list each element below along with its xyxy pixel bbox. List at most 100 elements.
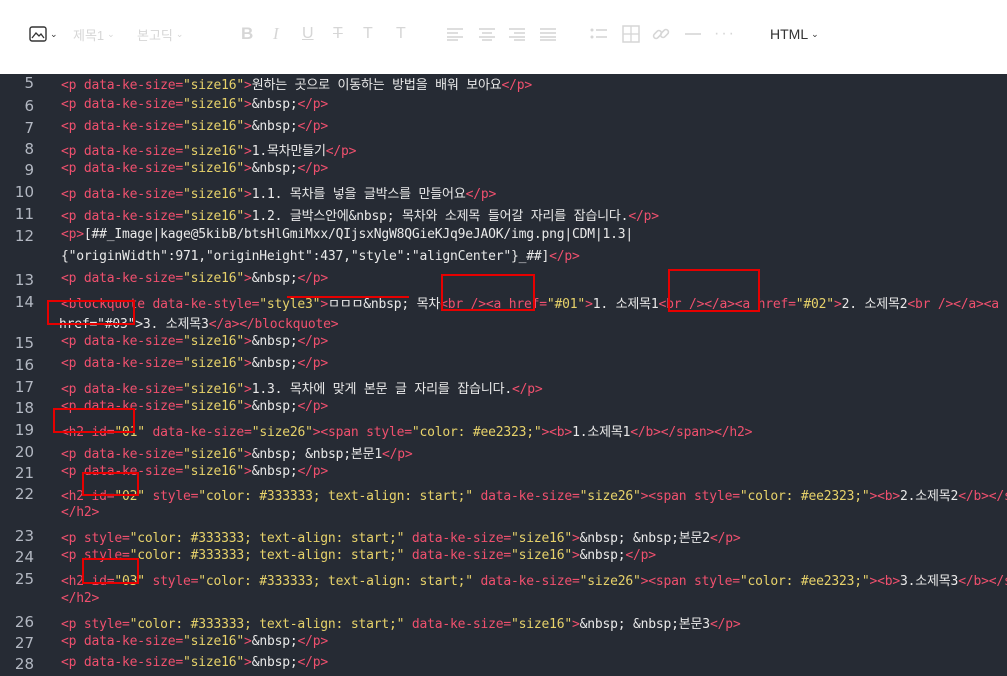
line-number: 9 — [24, 161, 34, 179]
align-left-button[interactable] — [446, 22, 464, 46]
line-number: 19 — [14, 421, 34, 439]
line-number: 20 — [14, 443, 34, 461]
line-number: 12 — [14, 227, 34, 245]
code-line: <p data-ke-size="size16">&nbsp;</p> — [61, 356, 328, 371]
code-line: {"originWidth":971,"originHeight":437,"s… — [61, 249, 580, 264]
chevron-down-icon: ⌄ — [175, 28, 184, 39]
html-code-editor[interactable]: 5 6 7 8 9 10 11 12 13 14 15 16 17 18 19 20 21 22 23 24 25 26 2… — [0, 74, 1007, 676]
table-button[interactable] — [622, 22, 640, 46]
font-select[interactable]: 본고딕 ⌄ — [137, 22, 183, 46]
annotation-box-href-03 — [47, 300, 135, 325]
font-select-label: 본고딕 — [137, 27, 173, 43]
heading-select-label: 제목1 — [73, 27, 105, 43]
line-number: 14 — [14, 293, 34, 311]
code-line: <p data-ke-size="size16">&nbsp;</p> — [61, 655, 328, 670]
image-icon — [29, 26, 47, 42]
line-number: 7 — [24, 119, 34, 137]
code-line: <p data-ke-size="size16">1.2. 글박스안에&nbsp… — [61, 209, 659, 224]
heading-select[interactable]: 제목1 ⌄ — [73, 22, 115, 46]
code-line: <p data-ke-size="size16">&nbsp; &nbsp;본문… — [61, 447, 413, 462]
italic-icon: I — [273, 24, 279, 43]
line-number: 18 — [14, 399, 34, 417]
line-number: 6 — [24, 97, 34, 115]
annotation-box-id-02 — [82, 472, 139, 496]
horizontal-rule-icon — [685, 33, 701, 35]
line-number: 11 — [14, 205, 34, 223]
editor-toolbar: ⌄ 제목1 ⌄ 본고딕 ⌄ B I U T T T ··· HTML ⌄ — [0, 0, 1007, 74]
line-number: 10 — [14, 183, 34, 201]
bold-button[interactable]: B — [241, 22, 253, 46]
code-line: <p style="color: #333333; text-align: st… — [61, 548, 656, 563]
annotation-box-id-03 — [82, 558, 139, 584]
code-line: <p style="color: #333333; text-align: st… — [61, 531, 741, 546]
code-line: <p data-ke-size="size16">1.1. 목차를 넣을 글박스… — [61, 187, 497, 202]
code-line: <p data-ke-size="size16">원하는 곳으로 이동하는 방법… — [61, 78, 533, 93]
code-line: <p style="color: #333333; text-align: st… — [61, 617, 741, 632]
underline-icon: U — [302, 25, 314, 42]
line-number: 16 — [14, 356, 34, 374]
code-line: <h2 id="03" style="color: #333333; text-… — [61, 574, 1007, 589]
line-number: 23 — [14, 527, 34, 545]
highlight-button[interactable]: T — [396, 22, 406, 46]
line-number: 24 — [14, 548, 34, 566]
html-mode-select[interactable]: HTML ⌄ — [770, 22, 819, 46]
align-justify-button[interactable] — [539, 22, 557, 46]
annotation-box-href-02 — [668, 269, 760, 312]
chevron-down-icon: ⌄ — [50, 28, 58, 39]
align-justify-icon — [540, 28, 556, 41]
image-insert-button[interactable]: ⌄ — [29, 22, 58, 46]
annotation-underline — [287, 296, 409, 298]
code-line: <h2 id="01" data-ke-size="size26"><span … — [61, 425, 753, 440]
line-number: 13 — [14, 271, 34, 289]
line-number: 27 — [14, 634, 34, 652]
underline-button[interactable]: U — [302, 22, 314, 46]
code-line: <h2 id="02" style="color: #333333; text-… — [61, 489, 1007, 504]
line-number: 25 — [14, 570, 34, 588]
strikethrough-button[interactable]: T — [333, 22, 343, 46]
table-icon — [622, 25, 640, 43]
chevron-down-icon: ⌄ — [811, 28, 819, 39]
highlight-icon: T — [396, 25, 406, 42]
code-line: <p data-ke-size="size16">&nbsp;</p> — [61, 97, 328, 112]
line-number: 5 — [24, 74, 34, 92]
align-right-icon — [509, 28, 525, 41]
code-line: <p data-ke-size="size16">1.목차만들기</p> — [61, 144, 357, 159]
annotation-box-id-01 — [53, 408, 135, 433]
code-line: </h2> — [61, 591, 100, 606]
code-line: <p>[##_Image|kage@5kibB/btsHlGmiMxx/QIjs… — [61, 227, 634, 242]
code-line: <p data-ke-size="size16">1.3. 목차에 맞게 본문 … — [61, 382, 543, 397]
html-mode-label: HTML — [770, 26, 809, 42]
line-number: 26 — [14, 613, 34, 631]
more-icon: ··· — [714, 25, 736, 42]
bold-icon: B — [241, 24, 254, 43]
link-button[interactable] — [652, 22, 670, 46]
line-number-gutter: 5 6 7 8 9 10 11 12 13 14 15 16 17 18 19 20 21 22 23 24 25 26 2… — [0, 74, 44, 676]
chevron-down-icon: ⌄ — [107, 28, 115, 39]
more-button[interactable]: ··· — [714, 22, 736, 46]
line-number: 21 — [14, 464, 34, 482]
code-line: <p data-ke-size="size16">&nbsp;</p> — [61, 634, 328, 649]
link-icon — [652, 28, 670, 40]
line-number: 22 — [14, 485, 34, 503]
code-line: <p data-ke-size="size16">&nbsp;</p> — [61, 271, 328, 286]
divider-button[interactable] — [684, 22, 702, 46]
code-line: <p data-ke-size="size16">&nbsp;</p> — [61, 161, 328, 176]
line-number: 15 — [14, 334, 34, 352]
code-line: <p data-ke-size="size16">&nbsp;</p> — [61, 119, 328, 134]
align-left-icon — [447, 28, 463, 41]
annotation-box-href-01 — [441, 274, 535, 311]
line-number: 28 — [14, 655, 34, 673]
line-number: 8 — [24, 140, 34, 158]
align-center-icon — [479, 28, 495, 41]
list-icon — [590, 28, 607, 39]
italic-button[interactable]: I — [273, 22, 279, 46]
text-color-button[interactable]: T — [363, 22, 373, 46]
code-line: </h2> — [61, 505, 100, 520]
line-number: 17 — [14, 378, 34, 396]
code-line: <p data-ke-size="size16">&nbsp;</p> — [61, 334, 328, 349]
strikethrough-icon: T — [333, 25, 343, 42]
align-right-button[interactable] — [508, 22, 526, 46]
text-color-icon: T — [363, 25, 373, 42]
align-center-button[interactable] — [478, 22, 496, 46]
list-button[interactable] — [590, 22, 608, 46]
